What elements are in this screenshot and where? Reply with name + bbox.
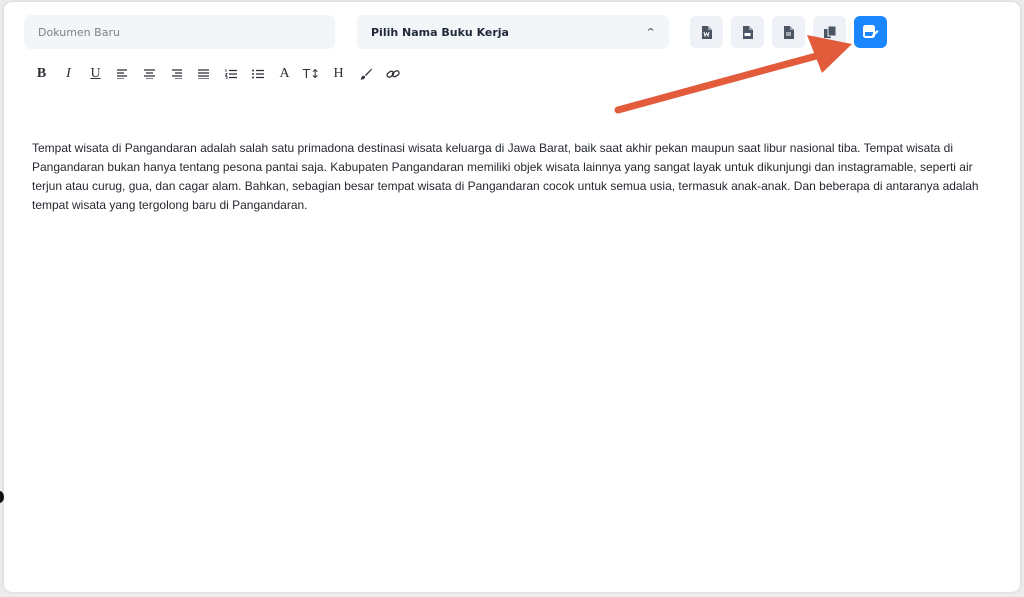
font-color-icon: A — [279, 66, 290, 81]
align-right-button[interactable] — [163, 64, 190, 84]
align-left-button[interactable] — [109, 64, 136, 84]
editor-card: Pilih Nama Buku Kerja ⌃ — [4, 2, 1020, 592]
link-icon — [385, 70, 400, 78]
export-pdf-button[interactable] — [731, 16, 764, 48]
save-icon — [862, 25, 878, 38]
heading-button[interactable]: H — [325, 64, 352, 84]
document-body-text[interactable]: Tempat wisata di Pangandaran adalah sala… — [32, 139, 988, 215]
export-actions — [690, 16, 887, 48]
bullet-list-icon — [251, 69, 264, 79]
save-button[interactable] — [854, 16, 887, 48]
text-file-icon — [784, 25, 794, 39]
bullet-list-button[interactable] — [244, 64, 271, 84]
pdf-file-icon — [743, 25, 753, 39]
document-name-input[interactable] — [24, 15, 335, 49]
heading-icon: H — [333, 66, 344, 81]
align-center-button[interactable] — [136, 64, 163, 84]
ordered-list-icon — [224, 69, 237, 79]
link-button[interactable] — [379, 64, 406, 84]
ordered-list-button[interactable] — [217, 64, 244, 84]
word-file-icon — [702, 25, 712, 39]
align-justify-button[interactable] — [190, 64, 217, 84]
copy-icon — [823, 25, 836, 38]
underline-button[interactable]: U — [82, 64, 109, 84]
font-size-button[interactable]: T↕ — [298, 64, 325, 84]
font-size-icon: T↕ — [302, 67, 321, 81]
paint-brush-icon — [360, 68, 372, 80]
formatting-toolbar: B I U A T↕ H — [28, 64, 406, 84]
bold-button[interactable]: B — [28, 64, 55, 84]
paint-brush-button[interactable] — [352, 64, 379, 84]
italic-icon: I — [66, 66, 71, 81]
chevron-up-icon: ⌃ — [644, 25, 657, 39]
italic-button[interactable]: I — [55, 64, 82, 84]
align-left-icon — [117, 69, 127, 79]
export-word-button[interactable] — [690, 16, 723, 48]
workbook-select[interactable]: Pilih Nama Buku Kerja ⌃ — [357, 15, 669, 49]
export-text-button[interactable] — [772, 16, 805, 48]
align-right-icon — [172, 69, 182, 79]
bold-icon: B — [36, 66, 47, 81]
align-center-icon — [144, 69, 155, 79]
align-justify-icon — [198, 69, 209, 79]
copy-button[interactable] — [813, 16, 846, 48]
workbook-select-label: Pilih Nama Buku Kerja — [371, 25, 509, 39]
underline-icon: U — [90, 66, 101, 81]
font-color-button[interactable]: A — [271, 64, 298, 84]
